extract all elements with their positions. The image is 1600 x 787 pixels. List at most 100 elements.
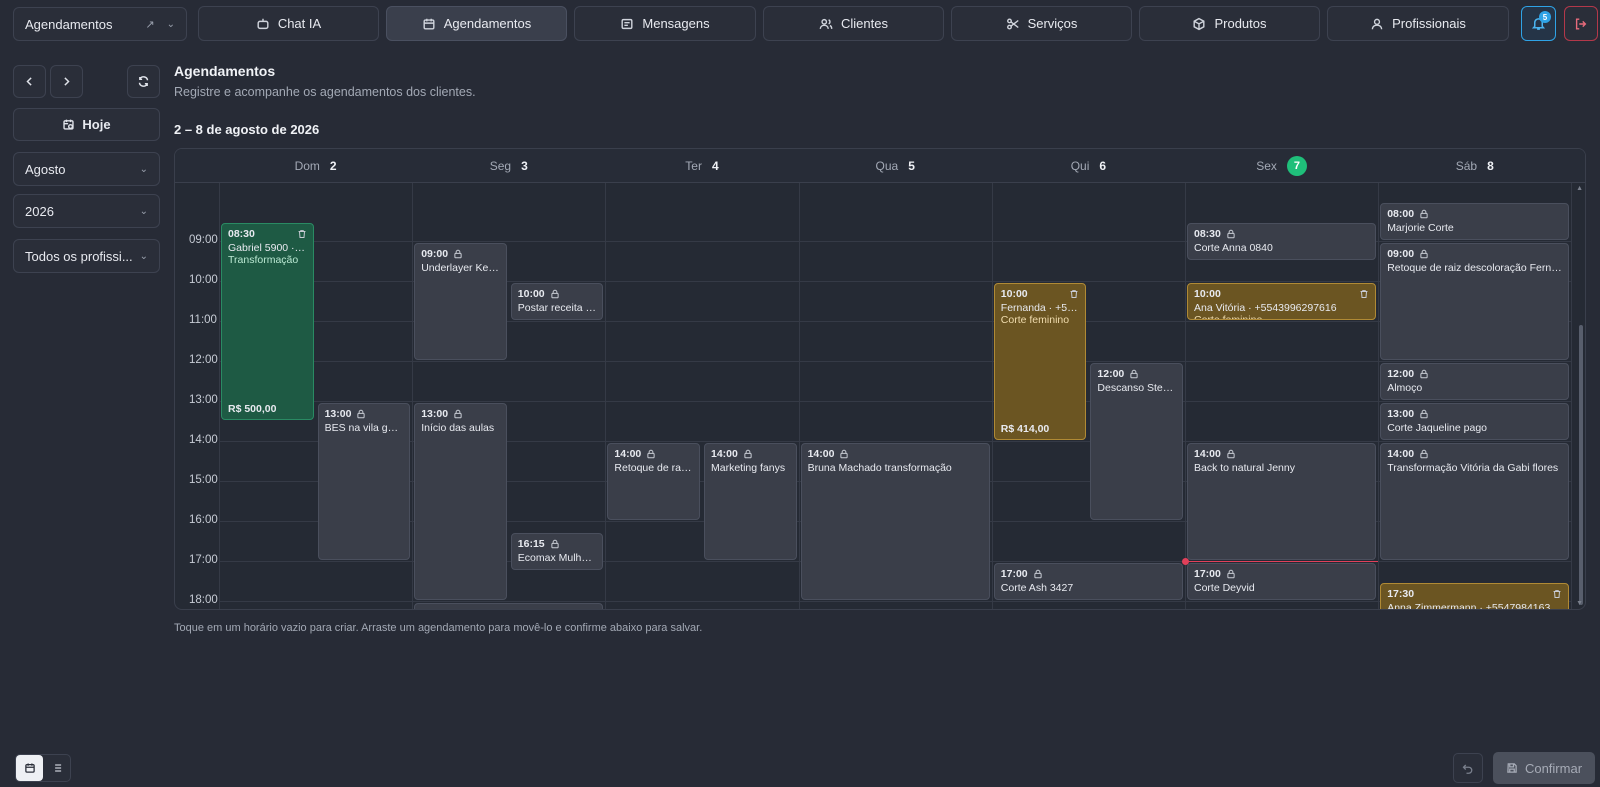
appointment-block[interactable]: 13:00 Início das aulas <box>414 403 507 600</box>
calendar-view-button[interactable] <box>16 755 43 781</box>
lock-icon <box>454 409 462 419</box>
appointment-name: Transformação Vitória da Gabi flores <box>1387 462 1559 474</box>
appointment-block[interactable]: 10:00 Ana Vitória · +5543996297616 Corte f… <box>1187 283 1377 320</box>
professional-value: Todos os profissi... <box>25 248 133 264</box>
professional-select[interactable]: Todos os profissi... ⌄ <box>13 239 160 273</box>
day-number: 2 <box>329 159 337 173</box>
appointment-block[interactable]: 08:30 Corte Anna 0840 <box>1187 223 1377 260</box>
appointment-block[interactable]: 13:00 BES na vila germ... <box>317 403 411 560</box>
list-view-button[interactable] <box>43 755 70 781</box>
appointment-block[interactable]: 17:30Anna Zimmermann · +5547984163976Ret… <box>1380 583 1570 609</box>
appointment-name: Gabriel 5900 · +... <box>228 242 307 254</box>
day-number: 6 <box>1099 159 1107 173</box>
trash-icon[interactable] <box>1359 289 1369 299</box>
year-select[interactable]: 2026 ⌄ <box>13 194 160 228</box>
appointment-block[interactable]: 08:30 Gabriel 5900 · +... Transformação R$ … <box>221 223 314 420</box>
appointment-block[interactable]: 18:00Médico Tania <box>414 603 604 610</box>
next-week-button[interactable] <box>50 65 83 98</box>
appointment-block[interactable]: 17:00 Corte Ash 3427 <box>993 563 1183 600</box>
tab-clientes[interactable]: Clientes <box>763 6 944 41</box>
appointment-name: Corte Deyvid <box>1194 582 1255 594</box>
lock-icon <box>1420 409 1428 419</box>
list-icon <box>52 764 61 772</box>
appointment-block[interactable]: 14:00 Retoque de raiz ... <box>607 443 700 520</box>
month-select[interactable]: Agosto ⌄ <box>13 152 160 186</box>
tab-mensagens[interactable]: Mensagens <box>574 6 756 41</box>
confirm-button[interactable]: Confirmar <box>1493 752 1595 784</box>
lock-icon <box>744 449 752 459</box>
appointment-block[interactable]: 10:00 Fernanda · +554... Corte feminino R$ … <box>993 283 1087 440</box>
hour-label: 15:00 <box>189 474 218 486</box>
trash-icon[interactable] <box>1552 589 1562 599</box>
calendar-scrollbar[interactable] <box>1579 325 1583 605</box>
undo-button[interactable] <box>1453 753 1483 783</box>
day-number: 8 <box>1487 159 1494 173</box>
appointment-block[interactable]: 12:00 Descanso Stefany <box>1090 363 1183 520</box>
appointment-block[interactable]: 14:00 Back to natural Jenny <box>1187 443 1377 560</box>
lock-icon <box>1130 369 1138 379</box>
appointment-time: 08:00 <box>1387 208 1415 220</box>
appointment-name: Corte Jaqueline pago <box>1387 422 1488 434</box>
appointment-time: 14:00 <box>807 448 835 460</box>
appointment-name: Corte Ash 3427 <box>1000 582 1074 594</box>
appointment-block[interactable]: 14:00 Bruna Machado transformação <box>800 443 990 600</box>
lock-icon <box>357 409 366 419</box>
appointment-block[interactable]: 09:00 Underlayer Kend... <box>414 243 507 360</box>
appointment-block[interactable]: 09:00 Retoque de raiz descoloração Fernan… <box>1380 243 1570 360</box>
calendar-grid[interactable]: 09:00 10:00 11:00 12:00 13:00 14:00 15:00 16:00… <box>175 183 1575 610</box>
notifications-button[interactable]: 5 <box>1521 6 1556 41</box>
appointment-block[interactable]: 14:00 Transformação Vitória da Gabi flore… <box>1380 443 1570 560</box>
day-column-divider <box>605 183 607 609</box>
tab-label: Profissionais <box>1392 16 1466 31</box>
appointment-block[interactable]: 17:00 Corte Deyvid <box>1187 563 1377 600</box>
chevron-down-icon: ⌄ <box>139 163 148 175</box>
hour-label: 11:00 <box>189 314 217 326</box>
chevron-down-icon: ⌄ <box>139 250 148 262</box>
hour-label: 12:00 <box>189 354 218 366</box>
tab-label: Produtos <box>1214 16 1267 31</box>
lock-icon <box>453 609 463 610</box>
appointment-block[interactable]: 16:15 Ecomax Mulher ... <box>510 533 604 570</box>
tab-servicos[interactable]: Serviços <box>951 6 1132 41</box>
lock-icon <box>454 249 462 259</box>
lock-icon <box>1420 209 1428 219</box>
app-section-label: Agendamentos <box>25 16 113 32</box>
tab-produtos[interactable]: Produtos <box>1139 6 1320 41</box>
hour-label: 14:00 <box>189 434 218 446</box>
scroll-up-icon[interactable]: ▲ <box>1576 185 1583 192</box>
previous-week-button[interactable] <box>13 65 46 98</box>
appointment-name: Ecomax Mulher ... <box>517 552 597 564</box>
appointment-name: Back to natural Jenny <box>1194 462 1295 474</box>
tab-chat-ia[interactable]: Chat IA <box>198 6 379 41</box>
scroll-down-icon[interactable]: ▼ <box>1576 600 1583 607</box>
refresh-button[interactable] <box>127 65 160 98</box>
appointment-name: Marketing fanys <box>711 462 786 474</box>
appointment-service: Corte feminino <box>1194 314 1263 320</box>
appointment-block[interactable]: 13:00 Corte Jaqueline pago <box>1380 403 1570 440</box>
tab-profissionais[interactable]: Profissionais <box>1327 6 1509 41</box>
appointment-block[interactable]: 12:00 Almoço <box>1380 363 1570 400</box>
logout-button[interactable] <box>1564 6 1598 41</box>
day-column-divider <box>1571 183 1573 609</box>
week-range-label: 2 – 8 de agosto de 2026 <box>174 122 320 137</box>
tab-agendamentos[interactable]: Agendamentos <box>386 6 567 41</box>
day-header-dom: Dom 2 <box>219 149 412 183</box>
today-button[interactable]: Hoje <box>13 108 160 141</box>
appointment-block[interactable]: 08:00 Marjorie Corte <box>1380 203 1570 240</box>
app-section-select[interactable]: Agendamentos ↗ ⌄ <box>13 7 187 41</box>
appointment-time: 08:30 <box>1194 228 1221 240</box>
appointment-name: Retoque de raiz ... <box>614 462 693 474</box>
day-name: Sáb <box>1455 159 1478 173</box>
appointment-time: 09:00 <box>421 248 449 260</box>
year-value: 2026 <box>25 203 54 219</box>
appointment-block[interactable]: 10:00 Postar receita se... <box>510 283 604 320</box>
trash-icon[interactable] <box>1069 289 1079 299</box>
hour-label: 13:00 <box>189 394 218 406</box>
users-icon <box>819 18 833 29</box>
week-calendar: Dom 2 Seg 3 Ter 4 Qua 5 Qui 6 Sex 7 Sáb 8 09:00 10:00 1… <box>174 148 1586 610</box>
undo-icon <box>1462 764 1473 774</box>
appointment-name: Bruna Machado transformação <box>807 462 952 474</box>
trash-icon[interactable] <box>297 229 307 239</box>
appointment-block[interactable]: 14:00 Marketing fanys <box>704 443 797 560</box>
message-icon <box>621 18 633 29</box>
